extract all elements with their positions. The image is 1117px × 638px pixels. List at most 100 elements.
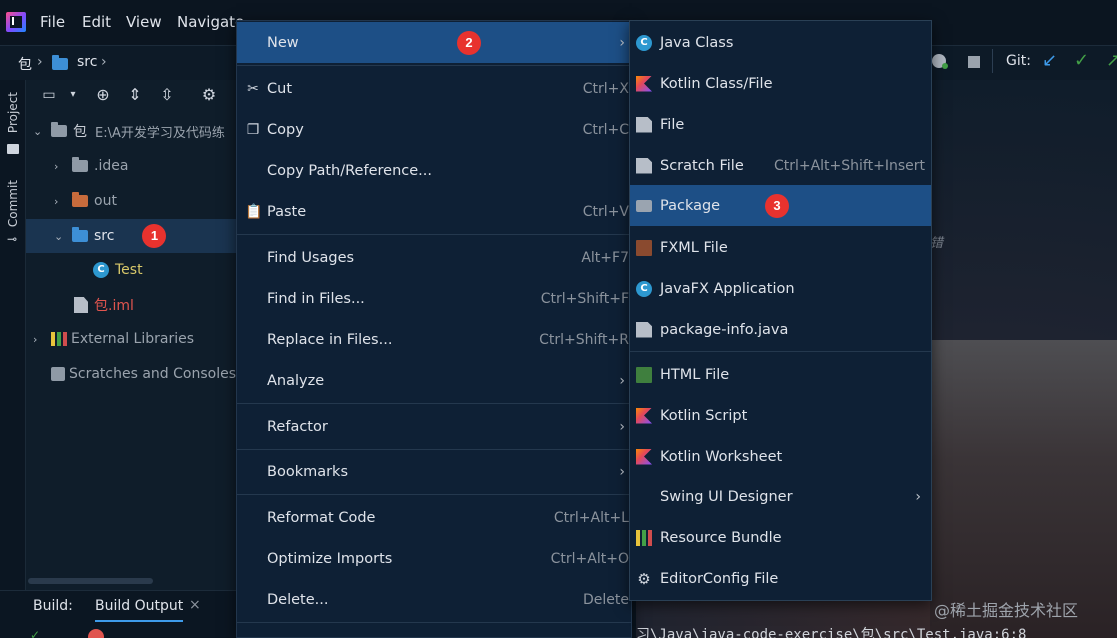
menu-item-analyze[interactable]: Analyze › [237,360,631,401]
menu-item-replace-in-files[interactable]: Replace in Files... Ctrl+Shift+R [237,319,631,360]
scissors-icon: ✂ [247,80,259,97]
submenu-item-swing-ui-designer[interactable]: Swing UI Designer › [630,476,931,517]
submenu-item-kotlin-script[interactable]: Kotlin Script [630,395,931,436]
menu-item-shortcut: Ctrl+C [582,121,629,138]
menu-separator [237,622,631,623]
menu-item-label: Swing UI Designer [660,488,793,505]
tree-row-test[interactable]: C Test [26,253,236,287]
menu-item-label: EditorConfig File [660,570,779,587]
menu-item-shortcut: Delete [583,591,629,608]
scratches-icon [51,367,65,381]
submenu-item-resource-bundle[interactable]: Resource Bundle [630,517,931,558]
project-folder-icon [7,144,19,154]
folder-icon [52,55,68,70]
stop-icon[interactable] [968,56,980,68]
menu-item-label: Find Usages [267,249,355,266]
tree-row-src[interactable]: ⌄ src 1 [26,219,236,253]
tree-row-idea[interactable]: › .idea [26,149,236,183]
horizontal-scrollbar[interactable] [28,578,153,584]
menu-view[interactable]: View [126,13,162,31]
git-push-icon[interactable]: ↗ [1106,50,1117,71]
java-class-icon: C [636,34,652,51]
menu-item-optimize-imports[interactable]: Optimize Imports Ctrl+Alt+O [237,538,631,579]
submenu-item-package[interactable]: Package 3 [630,185,931,226]
submenu-item-html-file[interactable]: HTML File [630,354,931,395]
folder-icon [72,157,88,172]
tree-row-root[interactable]: ⌄ 包 E:\A开发学习及代码练 [26,114,236,148]
tree-row-external-libraries[interactable]: › External Libraries [26,322,236,356]
menu-item-copy[interactable]: ❐ Copy Ctrl+C [237,109,631,150]
tab-commit[interactable]: Commit [6,180,20,227]
submenu-item-kotlin-class[interactable]: Kotlin Class/File [630,63,931,104]
excluded-folder-icon [72,192,88,207]
error-location-path[interactable]: 习\Java\java-code-exercise\包\src\Test.jav… [636,624,1026,638]
layout-icon[interactable]: ▭ [40,86,58,104]
breadcrumb-folder[interactable]: src [77,54,97,70]
submenu-item-kotlin-worksheet[interactable]: Kotlin Worksheet [630,436,931,477]
menu-item-label: package-info.java [660,321,789,338]
chevron-right-icon: › [915,488,921,505]
success-icon: ✓ [30,628,41,638]
submenu-item-package-info[interactable]: package-info.java [630,309,931,350]
tree-row-out[interactable]: › out [26,184,236,218]
menu-item-label: Kotlin Script [660,407,748,424]
menu-item-label: Optimize Imports [267,550,393,567]
toolbar-divider [992,49,993,73]
new-submenu: C Java Class Kotlin Class/File File Scra… [629,20,932,601]
menu-item-label: Reformat Code [267,509,376,526]
menu-item-find-usages[interactable]: Find Usages Alt+F7 [237,237,631,278]
fxml-icon [636,239,652,256]
submenu-item-fxml-file[interactable]: FXML File [630,227,931,268]
gear-icon: ⚙ [637,569,651,588]
menu-item-label: Package [660,197,721,214]
gear-icon[interactable]: ⚙ [200,86,218,104]
context-menu: New 2 › ✂ Cut Ctrl+X ❐ Copy Ctrl+C Copy … [236,20,632,638]
menu-separator [237,449,631,450]
tree-row-scratches[interactable]: Scratches and Consoles [26,357,236,391]
submenu-item-editorconfig[interactable]: ⚙ EditorConfig File [630,558,931,599]
menu-item-refactor[interactable]: Refactor › [237,406,631,447]
chevron-right-icon: › [619,34,625,51]
submenu-item-java-class[interactable]: C Java Class [630,22,931,63]
tree-row-iml[interactable]: 包.iml [26,288,236,322]
chevron-down-icon: ⌄ [33,124,43,138]
git-commit-icon[interactable]: ✓ [1074,50,1089,71]
kotlin-icon [636,75,652,92]
menu-item-find-in-files[interactable]: Find in Files... Ctrl+Shift+F [237,278,631,319]
breadcrumb-root[interactable]: 包 [18,54,32,74]
submenu-item-javafx-application[interactable]: C JavaFX Application [630,268,931,309]
menu-item-label: Bookmarks [267,463,349,480]
chevron-right-icon: › [54,194,59,208]
menu-item-reformat-code[interactable]: Reformat Code Ctrl+Alt+L [237,497,631,538]
chevron-right-icon: › [54,159,59,173]
menu-item-delete[interactable]: Delete... Delete [237,579,631,620]
submenu-item-scratch-file[interactable]: Scratch File Ctrl+Alt+Shift+Insert [630,145,931,186]
tab-build-output[interactable]: Build Output [95,598,184,622]
tool-window-strip [0,80,26,590]
menu-item-paste[interactable]: 📋 Paste Ctrl+V [237,191,631,232]
java-class-icon: C [93,262,109,278]
menu-item-cut[interactable]: ✂ Cut Ctrl+X [237,68,631,109]
chevron-right-icon: › [33,332,38,346]
menu-item-copy-path[interactable]: Copy Path/Reference... [237,150,631,191]
tree-label-idea: .idea [94,158,129,174]
close-icon[interactable]: × [189,597,201,613]
source-folder-icon [72,227,88,242]
menu-edit[interactable]: Edit [82,13,111,31]
menu-file[interactable]: File [40,13,65,31]
expand-all-icon[interactable]: ⇕ [126,86,144,104]
menu-item-shortcut: Ctrl+Alt+L [553,509,629,526]
tree-root-label: 包 [73,124,87,140]
dropdown-icon[interactable]: ▾ [64,86,82,104]
tree-label-src: src [94,228,115,244]
collapse-all-icon[interactable]: ⇳ [158,86,176,104]
module-folder-icon [51,122,67,137]
tab-project[interactable]: Project [6,92,20,133]
menu-item-new[interactable]: New 2 › [237,22,631,63]
debug-badge-icon [942,63,948,69]
submenu-item-file[interactable]: File [630,104,931,145]
git-update-icon[interactable]: ↙ [1042,50,1057,71]
locate-icon[interactable]: ⊕ [94,86,112,104]
menu-navigate[interactable]: Navigate [177,13,244,31]
menu-item-bookmarks[interactable]: Bookmarks › [237,451,631,492]
